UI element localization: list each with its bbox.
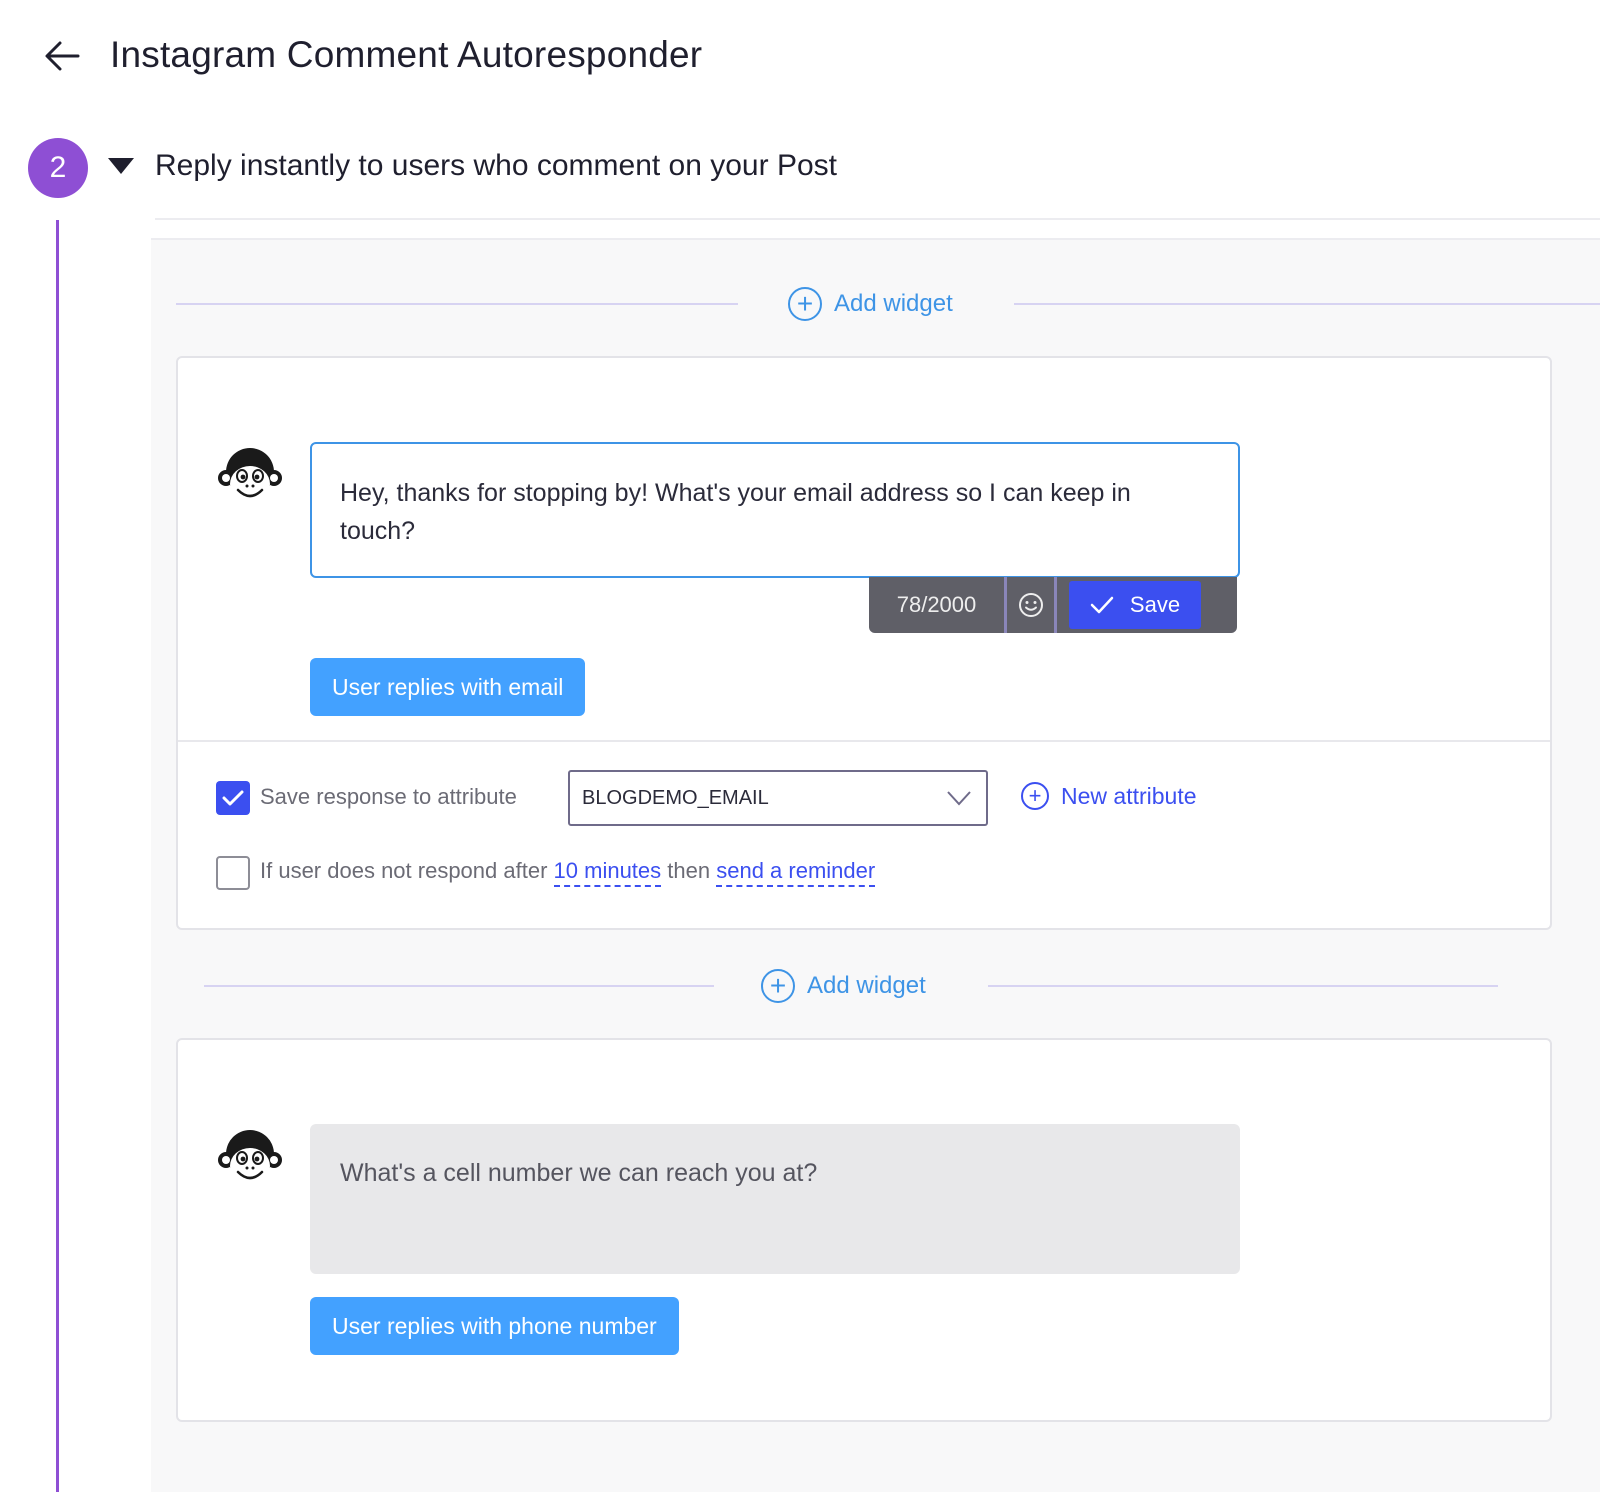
save-response-label: Save response to attribute — [260, 784, 517, 809]
divider-line — [1014, 303, 1600, 305]
reply-button-email[interactable]: User replies with email — [310, 658, 586, 716]
add-widget-button[interactable]: + Add widget — [788, 284, 953, 324]
message-editor[interactable]: Hey, thanks for stopping by! What's your… — [310, 442, 1240, 578]
char-count: 78/2000 — [869, 577, 1007, 633]
checkmark-icon — [1090, 596, 1114, 614]
reminder-label: If user does not respond after 10 minute… — [260, 856, 876, 887]
save-button[interactable]: Save — [1069, 581, 1201, 629]
reply-button-label: User replies with phone number — [332, 1312, 657, 1339]
plus-circle-icon: + — [1021, 782, 1049, 810]
add-widget-button[interactable]: + Add widget — [761, 966, 926, 1006]
caret-down-icon[interactable] — [108, 158, 134, 174]
reminder-checkbox[interactable] — [216, 856, 250, 890]
reply-button-label: User replies with email — [332, 673, 564, 700]
message-text: Hey, thanks for stopping by! What's your… — [340, 479, 1131, 545]
plus-circle-icon: + — [761, 969, 795, 1003]
monkey-mascot-icon — [218, 1130, 282, 1184]
attribute-select[interactable]: BLOGDEMO_EMAIL — [568, 770, 988, 826]
page-title: Instagram Comment Autoresponder — [110, 34, 703, 75]
step-divider — [155, 218, 1600, 220]
reminder-prefix: If user does not respond after — [260, 858, 548, 883]
message-preview[interactable]: What's a cell number we can reach you at… — [310, 1124, 1240, 1274]
plus-circle-icon: + — [788, 287, 822, 321]
step-badge: 2 — [28, 138, 88, 198]
message-text: What's a cell number we can reach you at… — [340, 1159, 818, 1187]
save-label: Save — [1129, 592, 1181, 617]
step-timeline-line — [56, 220, 59, 1492]
divider-line — [204, 985, 714, 987]
reply-button-phone[interactable]: User replies with phone number — [310, 1297, 679, 1355]
add-widget-row: + Add widget — [151, 284, 1600, 324]
add-widget-label: Add widget — [834, 290, 953, 317]
smiley-icon — [1018, 593, 1043, 617]
reminder-duration-link[interactable]: 10 minutes — [553, 858, 662, 887]
card-divider — [178, 740, 1550, 742]
new-attribute-label: New attribute — [1061, 782, 1197, 809]
divider-line — [176, 303, 738, 305]
monkey-mascot-icon — [218, 448, 282, 502]
page: Instagram Comment Autoresponder 2 Reply … — [0, 0, 1600, 1492]
save-response-checkbox[interactable] — [216, 781, 250, 815]
widgets-area: + Add widget Hey, thanks for stopping by… — [151, 238, 1600, 1492]
back-button[interactable] — [40, 34, 84, 78]
emoji-button[interactable] — [1007, 577, 1057, 633]
reminder-action-link[interactable]: send a reminder — [716, 858, 876, 887]
new-attribute-button[interactable]: + New attribute — [1021, 782, 1197, 810]
step-title: Reply instantly to users who comment on … — [155, 149, 837, 182]
arrow-left-icon — [45, 41, 80, 71]
reminder-middle: then — [667, 858, 711, 883]
editor-toolbar: 78/2000 Save — [869, 577, 1237, 633]
checkmark-icon — [222, 790, 244, 806]
chevron-down-icon — [947, 791, 971, 806]
message-widget-card: What's a cell number we can reach you at… — [176, 1038, 1552, 1422]
message-widget-card: Hey, thanks for stopping by! What's your… — [176, 356, 1552, 930]
add-widget-row: + Add widget — [151, 966, 1600, 1006]
add-widget-label: Add widget — [807, 972, 926, 999]
attribute-select-value: BLOGDEMO_EMAIL — [582, 786, 769, 809]
divider-line — [988, 985, 1498, 987]
